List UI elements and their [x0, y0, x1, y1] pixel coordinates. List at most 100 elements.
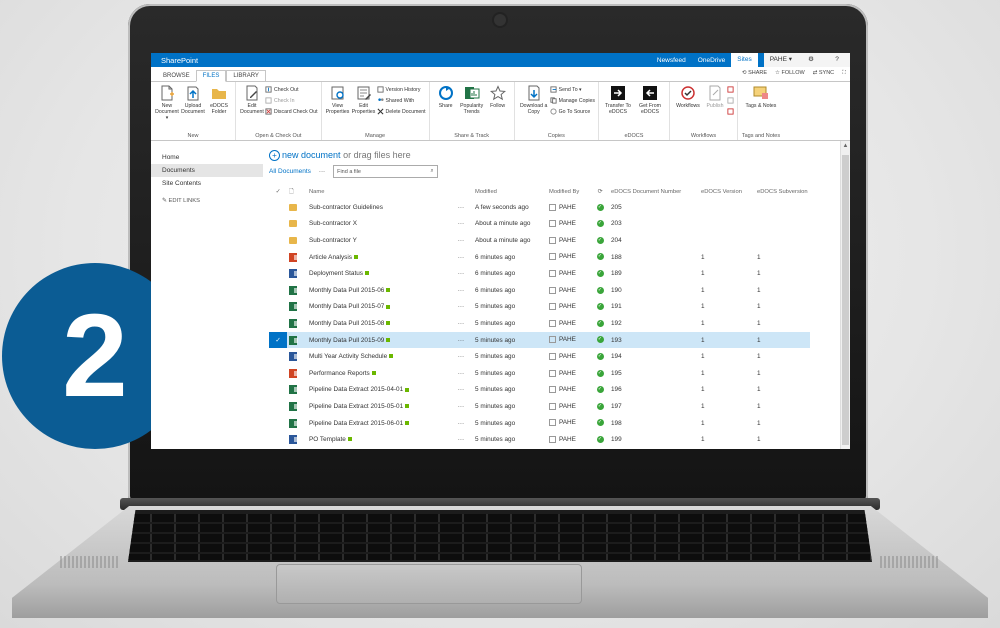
share-button[interactable]: Share — [433, 84, 459, 130]
row-checkbox[interactable]: ✓ — [269, 331, 287, 349]
tab-browse[interactable]: BROWSE — [157, 71, 196, 81]
version-history-button[interactable]: Version History — [376, 86, 426, 93]
row-checkbox[interactable] — [269, 216, 287, 233]
row-checkbox[interactable] — [269, 299, 287, 316]
select-all-checkbox[interactable]: ✓ — [269, 184, 287, 199]
brand-title[interactable]: SharePoint — [161, 56, 198, 65]
item-menu-ellipsis[interactable]: ··· — [449, 315, 473, 332]
modified-by-link[interactable]: PAHE — [559, 254, 576, 261]
nav-item-site-contents[interactable]: Site Contents — [151, 177, 263, 190]
view-more-ellipsis[interactable]: ··· — [319, 168, 325, 175]
file-name-link[interactable]: Sub-contractor Guidelines — [309, 204, 383, 211]
item-menu-ellipsis[interactable]: ··· — [449, 398, 473, 415]
table-row[interactable]: Monthly Data Pull 2015-07 ··· 5 minutes ag… — [269, 299, 810, 316]
file-name-link[interactable]: Pipeline Data Extract 2015-04-01 — [309, 386, 403, 393]
approve-button[interactable] — [727, 86, 734, 93]
column-edocs-number[interactable]: eDOCS Document Number — [609, 184, 699, 199]
item-menu-ellipsis[interactable]: ··· — [449, 199, 473, 216]
follow-link[interactable]: ☆ FOLLOW — [775, 70, 805, 77]
discard-check-out-button[interactable]: Discard Check Out — [265, 108, 318, 115]
file-name-link[interactable]: Monthly Data Pull 2015-06 — [309, 287, 384, 294]
share-link[interactable]: ⟲ SHARE — [742, 70, 767, 77]
unpublish-button[interactable] — [727, 97, 734, 104]
row-checkbox[interactable] — [269, 315, 287, 332]
column-edocs-version[interactable]: eDOCS Version — [699, 184, 755, 199]
table-row[interactable]: Monthly Data Pull 2015-06 ··· 6 minutes ag… — [269, 282, 810, 299]
modified-by-link[interactable]: PAHE — [559, 270, 576, 277]
item-menu-ellipsis[interactable]: ··· — [449, 216, 473, 233]
file-name-link[interactable]: Monthly Data Pull 2015-09 — [309, 337, 384, 344]
edocs-folder-button[interactable]: eDOCS Folder — [206, 84, 232, 130]
transfer-to-edocs-button[interactable]: Transfer To eDOCS — [602, 84, 634, 130]
modified-by-link[interactable]: PAHE — [559, 303, 576, 310]
modified-by-link[interactable]: PAHE — [559, 220, 576, 227]
table-row[interactable]: PO Template ··· 5 minutes ago PAHE ✓ 199 1 1 — [269, 431, 810, 448]
check-in-button[interactable]: Check In — [265, 97, 318, 104]
item-menu-ellipsis[interactable]: ··· — [449, 415, 473, 432]
file-name-link[interactable]: Pipeline Data Extract 2015-05-01 — [309, 403, 403, 410]
row-checkbox[interactable] — [269, 415, 287, 432]
file-name-link[interactable]: Sub-contractor Y — [309, 237, 357, 244]
row-checkbox[interactable] — [269, 398, 287, 415]
upload-document-button[interactable]: Upload Document — [180, 84, 206, 130]
help-icon[interactable]: ? — [824, 53, 850, 67]
table-row[interactable]: Article Analysis ··· 6 minutes ago PAHE ✓ 188… — [269, 249, 810, 266]
modified-by-link[interactable]: PAHE — [559, 237, 576, 244]
column-edocs-subversion[interactable]: eDOCS Subversion — [755, 184, 810, 199]
column-modified[interactable]: Modified — [473, 184, 547, 199]
item-menu-ellipsis[interactable]: ··· — [449, 331, 473, 349]
nav-item-documents[interactable]: Documents — [151, 164, 263, 177]
cancel-approval-button[interactable] — [727, 108, 734, 115]
scroll-up-icon[interactable]: ▲ — [841, 143, 850, 149]
file-name-link[interactable]: Article Analysis — [309, 254, 352, 261]
item-menu-ellipsis[interactable]: ··· — [449, 348, 473, 365]
scrollbar-thumb[interactable] — [842, 155, 849, 445]
modified-by-link[interactable]: PAHE — [559, 386, 576, 393]
table-row[interactable]: Sub-contractor X ··· About a minute ago PAH… — [269, 216, 810, 233]
edit-properties-button[interactable]: Edit Properties — [351, 84, 377, 130]
publish-button[interactable]: Publish — [703, 84, 727, 130]
item-menu-ellipsis[interactable]: ··· — [449, 249, 473, 266]
modified-by-link[interactable]: PAHE — [559, 204, 576, 211]
modified-by-link[interactable]: PAHE — [559, 420, 576, 427]
file-name-link[interactable]: Multi Year Activity Schedule — [309, 353, 387, 360]
download-copy-button[interactable]: Download a Copy — [518, 84, 550, 130]
shared-with-button[interactable]: Shared With — [377, 97, 426, 104]
table-row[interactable]: Pipeline Data Extract 2015-04-01 ··· 5 min… — [269, 382, 810, 399]
item-menu-ellipsis[interactable]: ··· — [449, 382, 473, 399]
focus-icon[interactable]: ⛶ — [842, 70, 846, 77]
scrollbar[interactable]: ▲ — [840, 141, 850, 449]
search-icon[interactable]: ⌕ — [427, 168, 437, 175]
file-name-link[interactable]: Monthly Data Pull 2015-07 — [309, 303, 384, 310]
follow-button[interactable]: Follow — [485, 84, 511, 130]
item-menu-ellipsis[interactable]: ··· — [449, 365, 473, 382]
check-out-button[interactable]: Check Out — [265, 86, 318, 93]
plus-icon[interactable]: + — [269, 150, 280, 161]
workflows-button[interactable]: Workflows — [673, 84, 703, 130]
item-menu-ellipsis[interactable]: ··· — [449, 232, 473, 249]
row-checkbox[interactable] — [269, 382, 287, 399]
row-checkbox[interactable] — [269, 232, 287, 249]
row-checkbox[interactable] — [269, 365, 287, 382]
item-menu-ellipsis[interactable]: ··· — [449, 431, 473, 448]
tab-library[interactable]: LIBRARY — [226, 70, 266, 81]
modified-by-link[interactable]: PAHE — [559, 353, 576, 360]
user-menu[interactable]: PAHE ▾ — [763, 53, 798, 67]
get-from-edocs-button[interactable]: Get From eDOCS — [634, 84, 666, 130]
row-checkbox[interactable] — [269, 265, 287, 282]
table-row[interactable]: Sub-contractor Y ··· About a minute ago PAH… — [269, 232, 810, 249]
table-row[interactable]: ✓ Monthly Data Pull 2015-09 ··· 5 minutes a… — [269, 331, 810, 349]
file-name-link[interactable]: Monthly Data Pull 2015-08 — [309, 320, 384, 327]
suite-link-newsfeed[interactable]: Newsfeed — [651, 57, 692, 64]
table-row[interactable]: Sub-contractor Guidelines ··· A few second… — [269, 199, 810, 216]
popularity-trends-button[interactable]: Popularity Trends — [459, 84, 485, 130]
gear-icon[interactable]: ⚙ — [798, 53, 824, 67]
item-menu-ellipsis[interactable]: ··· — [449, 282, 473, 299]
row-checkbox[interactable] — [269, 199, 287, 216]
new-document-button[interactable]: New Document ▾ — [154, 84, 180, 130]
nav-item-home[interactable]: Home — [151, 151, 263, 164]
manage-copies-button[interactable]: Manage Copies — [550, 97, 595, 104]
item-menu-ellipsis[interactable]: ··· — [449, 299, 473, 316]
file-name-link[interactable]: Deployment Status — [309, 270, 363, 277]
row-checkbox[interactable] — [269, 431, 287, 448]
